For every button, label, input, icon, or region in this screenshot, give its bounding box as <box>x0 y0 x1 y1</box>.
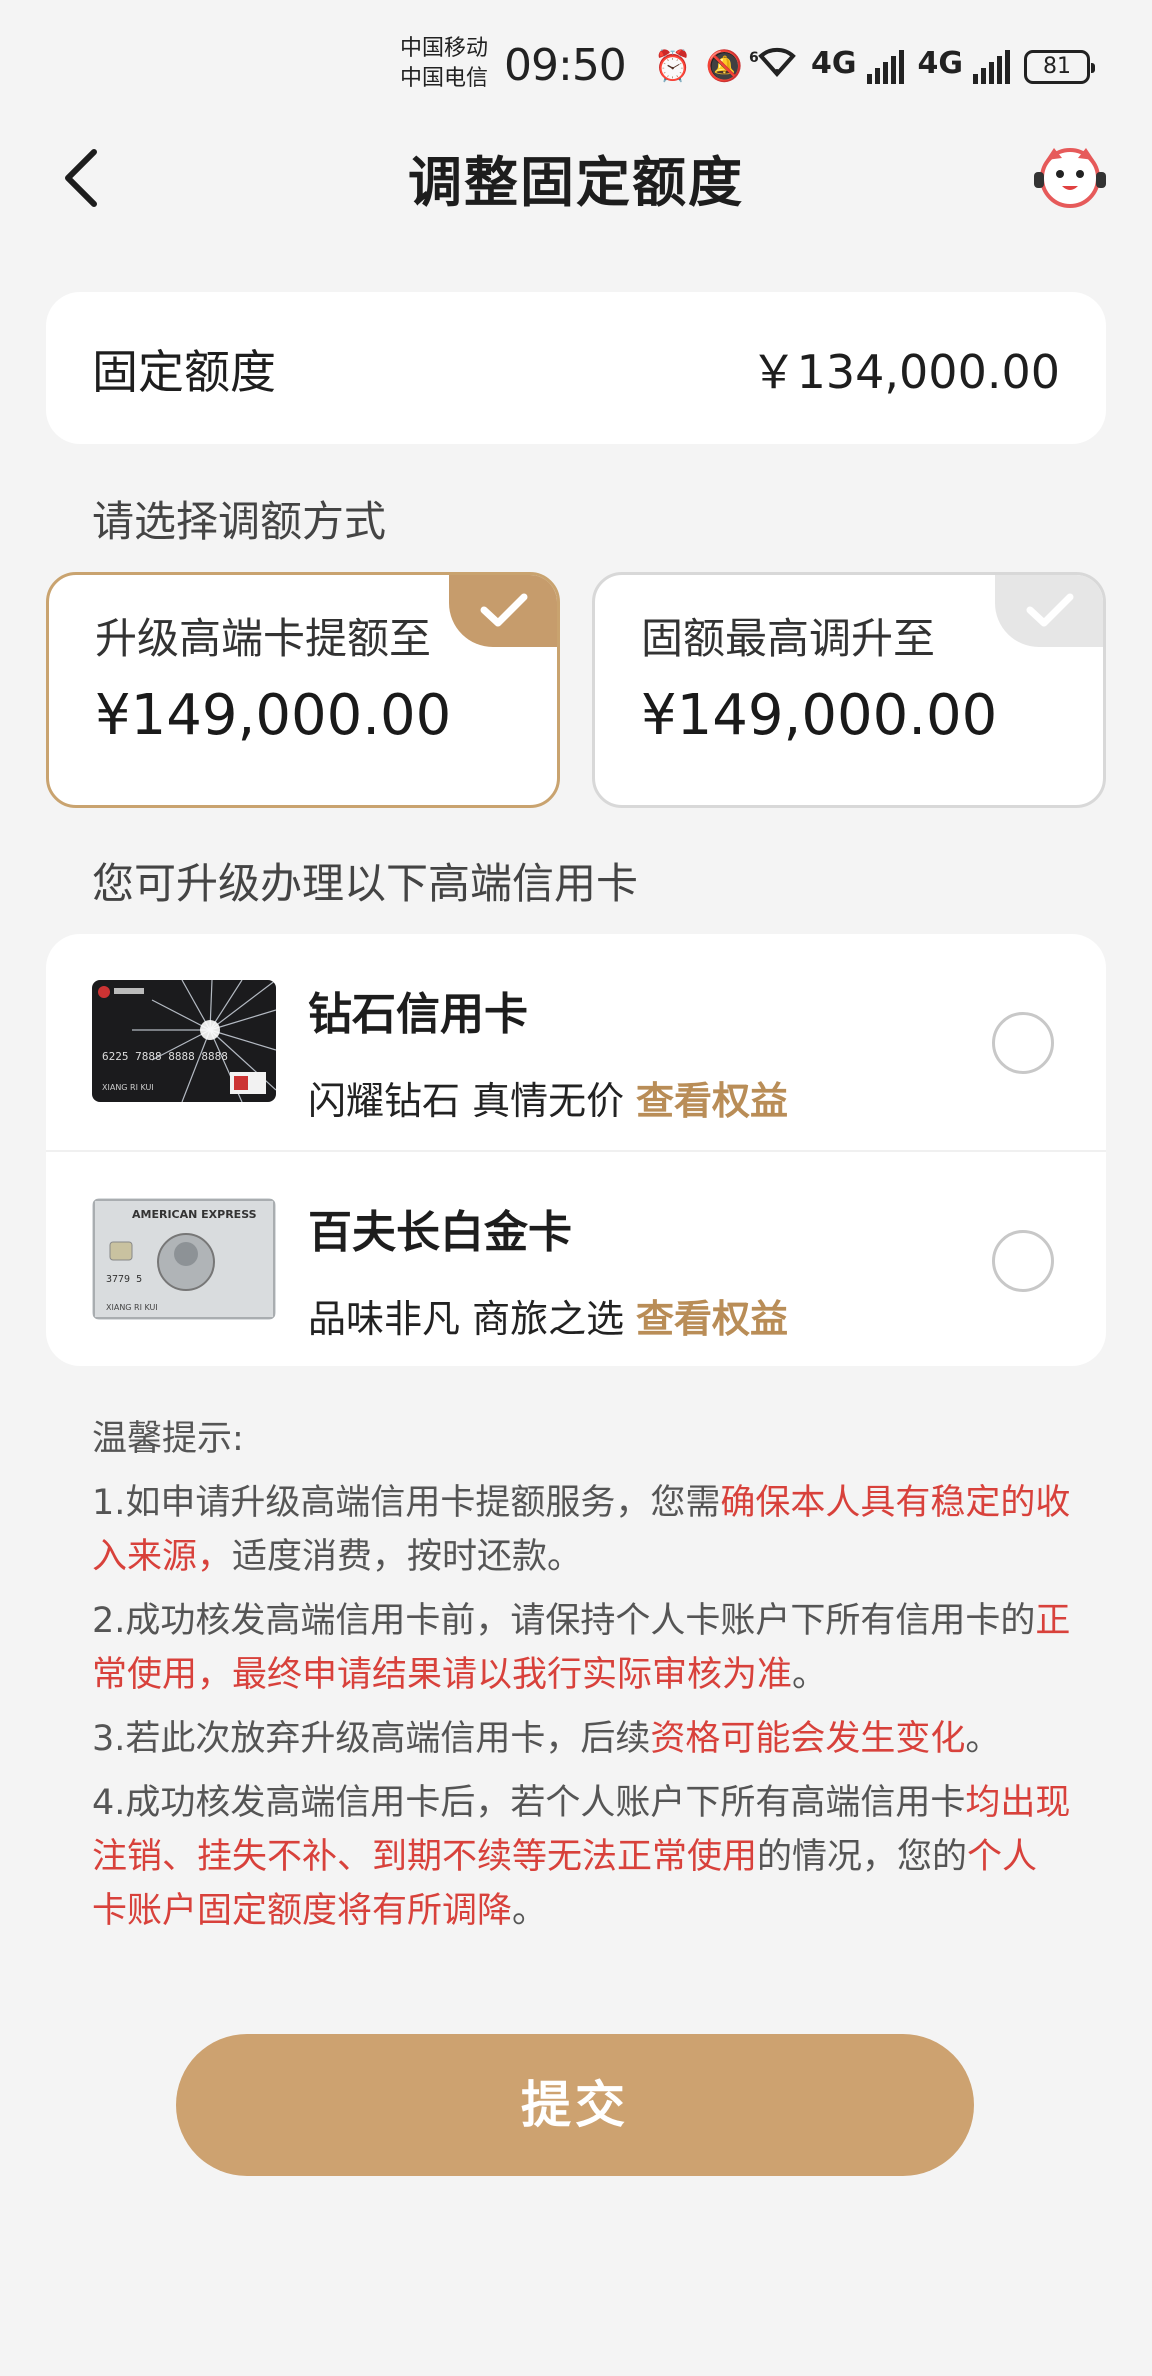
carrier-1: 中国移动 <box>400 36 489 61</box>
mute-icon: 🔕 <box>705 48 743 84</box>
signal-icon-1 <box>866 49 904 84</box>
check-icon <box>449 575 557 647</box>
card-list: 6225 7888 8888 8888 XIANG RI KUI 钻石信用卡 闪… <box>46 934 1106 1366</box>
network-type-1: 4G <box>811 46 857 81</box>
fixed-limit-label: 固定额度 <box>92 345 276 399</box>
tip-text: 。 <box>512 1891 548 1931</box>
check-icon <box>995 575 1103 647</box>
card-row-diamond[interactable]: 6225 7888 8888 8888 XIANG RI KUI 钻石信用卡 闪… <box>46 934 1106 1150</box>
amex-card-brand: AMERICAN EXPRESS <box>132 1208 257 1221</box>
carrier-2: 中国电信 <box>400 66 489 91</box>
option-label: 固额最高调升至 <box>641 614 936 663</box>
battery-icon: 81 <box>1024 49 1095 84</box>
tip-text: 3.若此次放弃升级高端信用卡，后续 <box>92 1719 651 1759</box>
alarm-icon: ⏰ <box>654 48 692 84</box>
tip-item: 4.成功核发高端信用卡后，若个人账户下所有高端信用卡均出现注销、挂失不补、到期不… <box>92 1776 1072 1938</box>
carrier-info: 中国移动 中国电信 <box>400 34 488 94</box>
diamond-card-number: 6225 7888 8888 8888 <box>102 1050 228 1063</box>
fixed-limit-value: ￥134,000.00 <box>750 345 1060 399</box>
tip-item: 1.如申请升级高端信用卡提额服务，您需确保本人具有稳定的收入来源，适度消费，按时… <box>92 1476 1072 1584</box>
network-type-2: 4G <box>917 46 964 81</box>
tip-text: 2.成功核发高端信用卡前，请保持个人卡账户下所有信用卡的 <box>92 1601 1036 1641</box>
amex-card-image: AMERICAN EXPRESS 3779 5 XIANG RI KUI <box>92 1198 276 1320</box>
radio-button[interactable] <box>992 1230 1054 1292</box>
view-benefits-link[interactable]: 查看权益 <box>636 1070 788 1125</box>
tip-text: 的情况，您的 <box>757 1837 968 1877</box>
tips-section: 温馨提示: 1.如申请升级高端信用卡提额服务，您需确保本人具有稳定的收入来源，适… <box>92 1412 1072 1948</box>
wifi-badge: 6 <box>749 50 759 66</box>
battery-level: 81 <box>1043 53 1071 79</box>
amex-card-holder: XIANG RI KUI <box>106 1303 158 1312</box>
page-title: 调整固定额度 <box>408 151 744 214</box>
tip-text: 。 <box>965 1719 1001 1759</box>
tip-text: 适度消费，按时还款。 <box>232 1537 583 1577</box>
status-bar: 中国移动 中国电信 09:50 ⏰ 🔕 6 4G 4G 81 <box>0 0 1152 130</box>
radio-button[interactable] <box>992 1012 1054 1074</box>
option-amount: ¥149,000.00 <box>95 683 452 748</box>
card-desc: 品味非凡 商旅之选 <box>308 1297 625 1341</box>
view-benefits-link[interactable]: 查看权益 <box>636 1288 788 1343</box>
tip-text: 4.成功核发高端信用卡后，若个人账户下所有高端信用卡 <box>92 1783 966 1823</box>
tip-text: 1.如申请升级高端信用卡提额服务，您需 <box>92 1483 721 1523</box>
diamond-card-holder: XIANG RI KUI <box>102 1083 154 1092</box>
clock: 09:50 <box>504 40 627 91</box>
option-upgrade-card[interactable]: 升级高端卡提额至 ¥149,000.00 <box>46 572 560 808</box>
diamond-card-image: 6225 7888 8888 8888 XIANG RI KUI <box>92 980 276 1102</box>
option-fixed-raise[interactable]: 固额最高调升至 ¥149,000.00 <box>592 572 1106 808</box>
tips-title: 温馨提示: <box>92 1419 244 1459</box>
wifi-icon: 6 <box>749 44 797 89</box>
card-name: 百夫长白金卡 <box>308 1207 572 1258</box>
nav-bar: 调整固定额度 <box>0 130 1152 230</box>
select-method-label: 请选择调额方式 <box>92 497 387 546</box>
option-amount: ¥149,000.00 <box>641 683 998 748</box>
tip-item: 3.若此次放弃升级高端信用卡，后续资格可能会发生变化。 <box>92 1712 1072 1766</box>
tip-highlight: 资格可能会发生变化 <box>650 1719 966 1759</box>
upgrade-cards-label: 您可升级办理以下高端信用卡 <box>92 859 639 908</box>
card-row-centurion[interactable]: AMERICAN EXPRESS 3779 5 XIANG RI KUI 百夫长… <box>46 1150 1106 1366</box>
card-desc: 闪耀钻石 真情无价 <box>308 1079 625 1123</box>
fixed-limit-panel: 固定额度 ￥134,000.00 <box>46 292 1106 444</box>
signal-icon-2 <box>973 49 1010 84</box>
option-label: 升级高端卡提额至 <box>95 614 432 663</box>
tip-item: 2.成功核发高端信用卡前，请保持个人卡账户下所有信用卡的正常使用，最终申请结果请… <box>92 1594 1072 1702</box>
card-name: 钻石信用卡 <box>308 989 528 1040</box>
customer-service-icon[interactable] <box>1032 140 1108 212</box>
status-icons: ⏰ 🔕 6 4G 4G 81 <box>654 44 1095 89</box>
tip-text: 。 <box>792 1655 828 1695</box>
submit-button[interactable]: 提交 <box>176 2034 974 2176</box>
amex-card-number: 3779 5 <box>106 1274 142 1285</box>
